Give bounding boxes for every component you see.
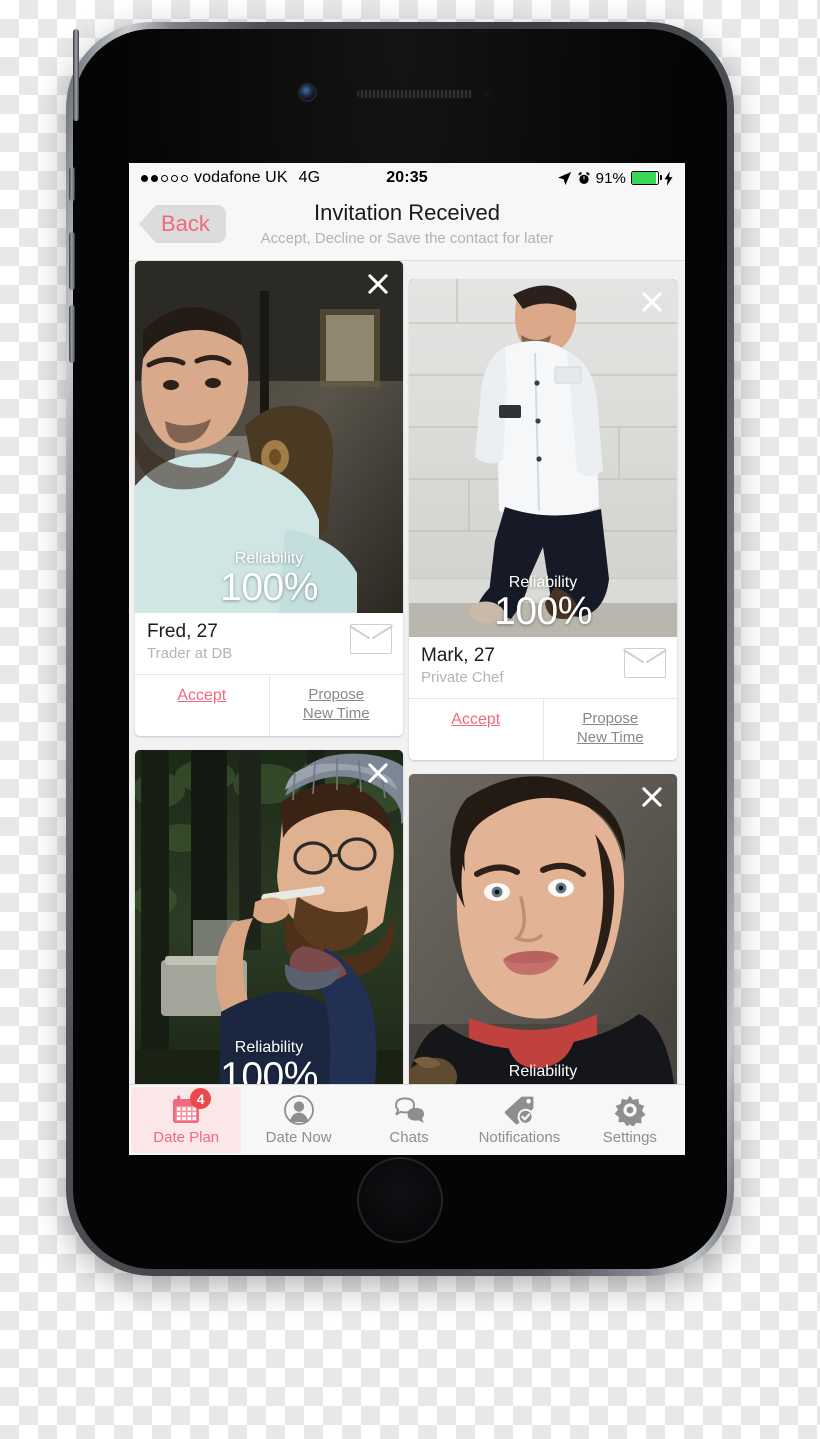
close-icon[interactable]: [639, 289, 665, 315]
card-actions: Accept Propose New Time: [409, 699, 677, 760]
reliability-value: 100%: [220, 566, 318, 610]
propose-label-line2: New Time: [302, 704, 370, 722]
person-icon: [283, 1094, 315, 1126]
phone-front-glass: vodafone UK 4G 20:35 91% Back Invitation…: [69, 29, 727, 1269]
reliability-overlay: Reliability100%: [135, 1039, 403, 1085]
power-button[interactable]: [73, 29, 79, 121]
tab-label: Date Now: [265, 1129, 332, 1146]
app-screen: vodafone UK 4G 20:35 91% Back Invitation…: [129, 163, 685, 1155]
reliability-overlay: Reliability100%: [409, 574, 677, 633]
tab-label: Settings: [602, 1129, 657, 1146]
reliability-label: Reliability: [234, 1038, 304, 1056]
earpiece-speaker: [357, 90, 473, 98]
accept-button[interactable]: Accept: [135, 675, 269, 736]
front-camera-icon: [300, 85, 315, 100]
tab-date-now[interactable]: Date Now: [243, 1085, 353, 1155]
page-title: Invitation Received: [314, 200, 500, 225]
tab-label: Date Plan: [153, 1129, 220, 1146]
home-button[interactable]: [357, 1157, 443, 1243]
invitation-card[interactable]: Reliability100%Nick, 27AcceptProposeNew …: [409, 773, 677, 1085]
propose-label-line2: New Time: [576, 728, 644, 746]
tab-settings[interactable]: Settings: [575, 1085, 685, 1155]
tab-chats[interactable]: Chats: [354, 1085, 464, 1155]
alarm-clock-icon: [578, 171, 590, 184]
proximity-sensor-icon: [483, 91, 490, 98]
tag-check-icon: [503, 1094, 535, 1126]
propose-label-line1: Propose: [308, 686, 365, 703]
reliability-value: 100%: [494, 590, 592, 634]
navigation-bar: Back Invitation Received Accept, Decline…: [129, 193, 685, 261]
battery-icon: [631, 171, 663, 185]
volume-up-button[interactable]: [69, 232, 75, 290]
tab-date-plan[interactable]: 4 Date Plan: [131, 1087, 242, 1153]
propose-new-time-button[interactable]: Propose New Time: [542, 699, 678, 760]
invitation-card[interactable]: Reliability 100% Mark, 27 Private Chef Accep…: [409, 279, 677, 760]
propose-label-line1: Propose: [582, 710, 639, 727]
close-icon[interactable]: [365, 271, 391, 297]
profile-info: Mark, 27 Private Chef: [409, 637, 677, 699]
page-subtitle: Accept, Decline or Save the contact for …: [260, 230, 554, 247]
tab-label: Chats: [389, 1129, 429, 1146]
card-column-right: Reliability 100% Mark, 27 Private Chef Accep…: [409, 279, 677, 1085]
chat-bubbles-icon: [393, 1094, 425, 1126]
gear-icon: [614, 1094, 646, 1128]
signal-strength-icon: [141, 174, 188, 182]
profile-photo[interactable]: Reliability100%: [409, 773, 677, 1085]
calendar-icon: 4: [170, 1088, 212, 1126]
tab-label: Notifications: [478, 1129, 561, 1146]
propose-new-time-button[interactable]: Propose New Time: [268, 675, 404, 736]
invitation-card[interactable]: Reliability100%Jeff, 25Law StudentAccept…: [135, 749, 403, 1085]
accept-label: Accept: [177, 687, 227, 704]
close-icon[interactable]: [365, 760, 391, 786]
network-type: 4G: [298, 169, 321, 186]
location-arrow-icon: [557, 171, 571, 185]
reliability-value: 100%: [220, 1054, 318, 1085]
phone-bezel: vodafone UK 4G 20:35 91% Back Invitation…: [69, 29, 727, 1269]
accept-button[interactable]: Accept: [409, 699, 543, 760]
tab-badge: 4: [190, 1088, 212, 1109]
silent-switch[interactable]: [69, 167, 75, 201]
profile-photo[interactable]: Reliability100%: [409, 279, 677, 637]
envelope-icon[interactable]: [624, 648, 666, 678]
battery-percentage: 91%: [595, 169, 626, 187]
profile-photo[interactable]: Reliability100%: [135, 261, 403, 613]
close-icon[interactable]: [639, 784, 665, 810]
accept-label: Accept: [451, 711, 501, 728]
profile-photo[interactable]: Reliability100%: [135, 749, 403, 1085]
card-column-left: Reliability 100% Fred, 27 Trader at DB Accep…: [135, 261, 403, 1085]
bottom-tab-bar[interactable]: 4 Date Plan Date Now Chats Notifications Sett…: [129, 1084, 685, 1155]
reliability-overlay: Reliability100%: [135, 550, 403, 609]
phone-device: vodafone UK 4G 20:35 91% Back Invitation…: [66, 22, 734, 1276]
profile-info: Fred, 27 Trader at DB: [135, 613, 403, 675]
volume-down-button[interactable]: [69, 305, 75, 363]
reliability-label: Reliability: [508, 1062, 578, 1080]
status-bar: vodafone UK 4G 20:35 91%: [129, 163, 685, 193]
reliability-overlay: Reliability100%: [409, 1063, 677, 1085]
status-bar-left: vodafone UK 4G: [141, 169, 320, 187]
tab-notifications[interactable]: Notifications: [464, 1085, 574, 1155]
carrier-name: vodafone UK: [194, 169, 288, 186]
card-actions: Accept Propose New Time: [135, 675, 403, 736]
charging-bolt-icon: [664, 170, 673, 186]
status-bar-right: 91%: [557, 170, 673, 187]
envelope-icon[interactable]: [350, 624, 392, 654]
invitation-card-grid[interactable]: Reliability 100% Fred, 27 Trader at DB Accep…: [129, 261, 685, 1085]
invitation-card[interactable]: Reliability 100% Fred, 27 Trader at DB Accep…: [135, 261, 403, 736]
